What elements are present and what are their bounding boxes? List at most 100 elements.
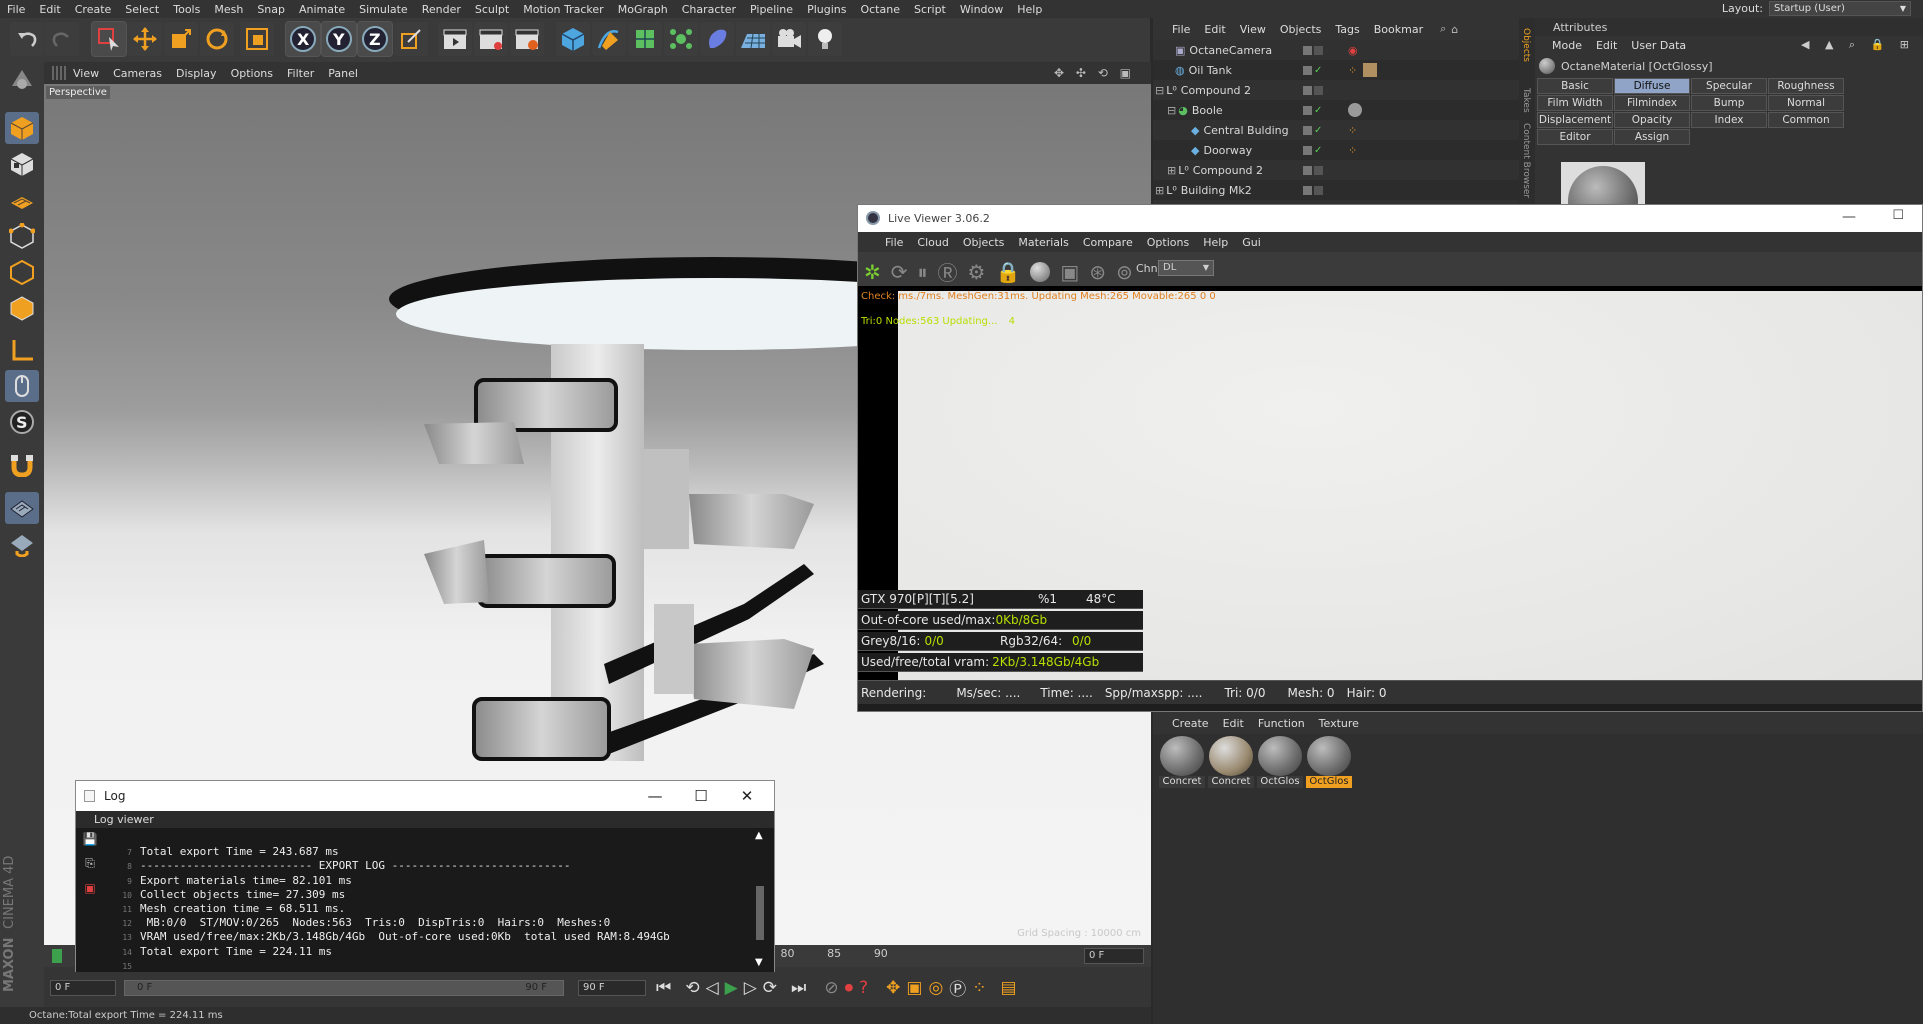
tab-specular[interactable]: Specular <box>1691 78 1767 94</box>
menu-help[interactable]: Help <box>1010 3 1049 16</box>
menu-character[interactable]: Character <box>675 3 743 16</box>
lv-menu-cloud[interactable]: Cloud <box>910 236 955 249</box>
mat-menu-edit[interactable]: Edit <box>1216 717 1251 730</box>
uvw-tag-icon[interactable]: ⁘ <box>1348 144 1357 157</box>
deformer-button[interactable] <box>700 22 734 56</box>
floor-button[interactable] <box>736 22 770 56</box>
tab-roughness[interactable]: Roughness <box>1768 78 1844 94</box>
object-row-oil-tank[interactable]: ◍ Oil Tank ✓ ⁘ <box>1153 60 1533 80</box>
mat-menu-function[interactable]: Function <box>1251 717 1312 730</box>
visibility-toggles[interactable] <box>1303 180 1333 200</box>
menu-select[interactable]: Select <box>118 3 166 16</box>
menu-file[interactable]: File <box>0 3 32 16</box>
visibility-toggles[interactable]: ✓ <box>1303 140 1333 160</box>
object-row-doorway[interactable]: ◆ Doorway ✓ ⁘ <box>1153 140 1533 160</box>
menu-window[interactable]: Window <box>953 3 1010 16</box>
pause-icon[interactable]: ⏸ <box>918 260 928 284</box>
start-frame-field[interactable]: 0 F <box>50 980 116 996</box>
scale-tool-button[interactable] <box>164 22 198 56</box>
tab-opacity[interactable]: Opacity <box>1614 112 1690 128</box>
visibility-toggles[interactable] <box>1303 80 1333 100</box>
z-axis-button[interactable]: Z <box>357 21 393 57</box>
om-menu-view[interactable]: View <box>1233 23 1273 36</box>
cloner-button[interactable] <box>664 22 698 56</box>
region-icon[interactable]: ▣ <box>1060 260 1079 284</box>
rotate-key-icon[interactable]: ◎ <box>928 978 943 998</box>
tweak-mode-button[interactable] <box>5 370 39 402</box>
tab-bump[interactable]: Bump <box>1691 95 1767 111</box>
om-menu-bookmarks[interactable]: Bookmar <box>1367 23 1430 36</box>
vp-menu-panel[interactable]: Panel <box>321 67 365 80</box>
make-editable-button[interactable] <box>5 64 39 96</box>
visibility-toggles[interactable]: ✓ <box>1303 100 1333 120</box>
lv-menu-gui[interactable]: Gui <box>1235 236 1268 249</box>
material-swatch-concret-1[interactable]: Concret <box>1159 736 1205 788</box>
lv-menu-materials[interactable]: Materials <box>1011 236 1075 249</box>
edges-mode-button[interactable] <box>5 256 39 288</box>
recent-tools-button[interactable] <box>240 22 274 56</box>
param-key-icon[interactable]: Ⓟ <box>949 975 966 1000</box>
tab-displacement[interactable]: Displacement <box>1537 112 1613 128</box>
settings-gear-icon[interactable]: ⚙ <box>968 260 986 284</box>
points-mode-button[interactable] <box>5 220 39 252</box>
locked-workplane-button[interactable] <box>5 492 39 524</box>
expand-icon[interactable]: ⊟ <box>1155 84 1164 97</box>
vp-menu-view[interactable]: View <box>66 67 106 80</box>
om-menu-tags[interactable]: Tags <box>1328 23 1366 36</box>
material-ball-icon[interactable] <box>1030 261 1051 282</box>
menu-sculpt[interactable]: Sculpt <box>468 3 516 16</box>
menu-render[interactable]: Render <box>415 3 468 16</box>
undo-button[interactable] <box>10 22 44 56</box>
vp-menu-options[interactable]: Options <box>224 67 280 80</box>
viewport-nav-icons[interactable]: ✥ ✣ ⟲ ▣ <box>1054 66 1135 80</box>
scroll-down-icon[interactable]: ▼ <box>755 957 763 968</box>
tab-common[interactable]: Common <box>1768 112 1844 128</box>
attr-menu-edit[interactable]: Edit <box>1589 39 1624 52</box>
tab-index[interactable]: Index <box>1691 112 1767 128</box>
scroll-up-icon[interactable]: ▲ <box>755 830 763 841</box>
material-swatch-concret-2[interactable]: Concret <box>1208 736 1254 788</box>
tab-diffuse[interactable]: Diffuse <box>1614 78 1690 94</box>
scroll-thumb[interactable] <box>756 886 764 940</box>
coordinate-system-button[interactable] <box>394 22 428 56</box>
nav-arrows-icon[interactable]: ◀ ▲ ⌕ 🔒 ⊞ <box>1801 38 1915 52</box>
tab-filmindex[interactable]: Filmindex <box>1614 95 1690 111</box>
save-icon[interactable]: 💾 <box>83 832 98 846</box>
mat-menu-create[interactable]: Create <box>1165 717 1216 730</box>
material-swatch-octglos-1[interactable]: OctGlos <box>1257 736 1303 788</box>
channel-dropdown[interactable]: DL ▼ <box>1158 260 1214 276</box>
y-axis-button[interactable]: Y <box>321 21 357 57</box>
cube-primitive-button[interactable] <box>556 22 590 56</box>
object-row-compound-2b[interactable]: ⊞ L⁰ Compound 2 <box>1153 160 1533 180</box>
menu-octane[interactable]: Octane <box>853 3 907 16</box>
octane-start-icon[interactable]: ✲ <box>864 260 881 284</box>
rotate-tool-button[interactable] <box>200 22 234 56</box>
menu-simulate[interactable]: Simulate <box>352 3 415 16</box>
expand-icon[interactable]: ⊞ <box>1155 184 1164 197</box>
vp-menu-cameras[interactable]: Cameras <box>106 67 169 80</box>
restart-icon[interactable]: ⟳ <box>891 260 908 284</box>
menu-script[interactable]: Script <box>907 3 953 16</box>
redo-button[interactable] <box>45 22 79 56</box>
visibility-toggles[interactable] <box>1303 40 1333 60</box>
workplane-mode-button[interactable] <box>5 184 39 216</box>
axis-mode-button[interactable] <box>5 334 39 366</box>
lv-menu-objects[interactable]: Objects <box>956 236 1012 249</box>
lv-menu-help[interactable]: Help <box>1196 236 1235 249</box>
copy-icon[interactable]: ⎘ <box>85 856 95 871</box>
mat-menu-texture[interactable]: Texture <box>1312 717 1366 730</box>
home-icon[interactable]: ⌂ <box>1451 23 1458 36</box>
menu-snap[interactable]: Snap <box>250 3 292 16</box>
lv-menu-options[interactable]: Options <box>1140 236 1196 249</box>
goto-end-icon[interactable]: ⏭ <box>791 978 806 998</box>
attr-menu-user-data[interactable]: User Data <box>1624 39 1693 52</box>
subdivision-button[interactable] <box>628 22 662 56</box>
material-tag-icon[interactable] <box>1348 103 1362 117</box>
planar-workplane-button[interactable] <box>5 528 39 560</box>
camera-button[interactable] <box>772 22 806 56</box>
menu-animate[interactable]: Animate <box>292 3 352 16</box>
search-icon[interactable]: ⌕ <box>1440 22 1446 36</box>
object-row-boole[interactable]: ⊟ ◕ Boole ✓ <box>1153 100 1533 120</box>
x-axis-button[interactable]: X <box>285 21 321 57</box>
expand-icon[interactable]: ⊟ <box>1167 104 1176 117</box>
